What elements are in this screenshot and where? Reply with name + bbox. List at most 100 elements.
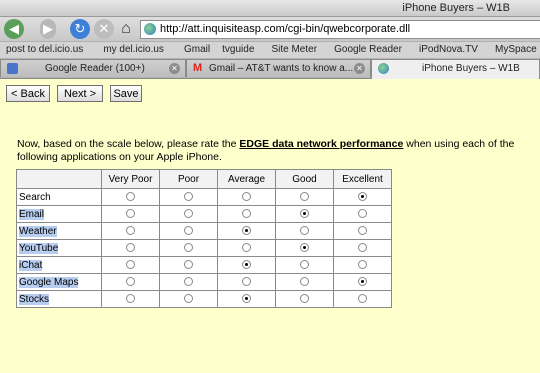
rating-radio[interactable] (126, 277, 135, 287)
rating-radio[interactable] (184, 260, 193, 270)
rating-radio[interactable] (242, 192, 251, 202)
rating-cell (101, 205, 160, 223)
rating-radio[interactable] (358, 277, 367, 287)
bookmark-item[interactable]: my del.icio.us (103, 42, 164, 58)
rating-radio[interactable] (242, 260, 251, 270)
rating-cell (101, 256, 160, 274)
back-arrow-icon[interactable]: ◀ (4, 19, 24, 39)
rating-radio[interactable] (242, 277, 251, 287)
rating-cell (159, 290, 218, 308)
site-favicon-icon (378, 63, 389, 74)
tab-gmail[interactable]: M Gmail – AT&T wants to know a... ✕ (186, 59, 371, 77)
bookmark-item[interactable]: Gmail (184, 42, 210, 58)
rating-cell (159, 256, 218, 274)
bookmark-item[interactable]: MySpace (495, 42, 537, 58)
rating-cell (217, 239, 276, 257)
navigation-toolbar: ◀ ▶ ↻ ✕ ⌂ http://att.inquisiteasp.com/cg… (0, 17, 540, 41)
header-blank-cell (16, 169, 102, 189)
rating-cell (101, 239, 160, 257)
rating-radio[interactable] (126, 192, 135, 202)
rating-radio[interactable] (126, 260, 135, 270)
rating-row-label-cell: Search (16, 188, 102, 206)
rating-radio[interactable] (300, 294, 309, 304)
rating-radio[interactable] (126, 294, 135, 304)
rating-row-label-cell: Weather (16, 222, 102, 240)
rating-radio[interactable] (358, 243, 367, 253)
rating-row-label: Weather (19, 225, 57, 237)
rating-radio[interactable] (242, 209, 251, 219)
rating-grid-body: Search Email Weather YouTube iChat Google Map… (16, 188, 392, 308)
rating-radio[interactable] (300, 226, 309, 236)
rating-cell (159, 188, 218, 206)
rating-cell (101, 188, 160, 206)
rating-radio[interactable] (184, 209, 193, 219)
rating-radio[interactable] (358, 260, 367, 270)
rating-radio[interactable] (358, 294, 367, 304)
scale-header: Average (217, 169, 276, 189)
rating-radio[interactable] (242, 294, 251, 304)
rating-cell (217, 222, 276, 240)
next-button[interactable]: Next > (57, 85, 103, 102)
rating-radio[interactable] (184, 226, 193, 236)
rating-radio[interactable] (300, 260, 309, 270)
bookmark-item[interactable]: tvguide (222, 42, 254, 58)
rating-radio[interactable] (358, 226, 367, 236)
rating-radio[interactable] (358, 209, 367, 219)
rating-cell (333, 188, 392, 206)
scale-header: Excellent (333, 169, 392, 189)
home-icon[interactable]: ⌂ (116, 19, 136, 39)
reload-icon[interactable]: ↻ (70, 19, 90, 39)
rating-radio[interactable] (300, 209, 309, 219)
close-tab-icon[interactable]: ✕ (169, 63, 180, 74)
window-title: iPhone Buyers – W1B (402, 2, 510, 14)
rating-row-label-cell: Google Maps (16, 273, 102, 291)
rating-radio[interactable] (300, 243, 309, 253)
save-button[interactable]: Save (110, 85, 142, 102)
tab-iphone-buyers[interactable]: iPhone Buyers – W1B (371, 59, 540, 79)
rating-radio[interactable] (184, 192, 193, 202)
rating-cell (333, 290, 392, 308)
rating-radio[interactable] (184, 294, 193, 304)
rating-cell (275, 290, 334, 308)
forward-arrow-icon[interactable]: ▶ (40, 19, 56, 39)
rating-cell (275, 239, 334, 257)
rating-grid: Very Poor Poor Average Good Excellent Se… (16, 169, 392, 308)
tab-label: Gmail – AT&T wants to know a... (209, 63, 354, 74)
rating-radio[interactable] (126, 209, 135, 219)
bookmark-item[interactable]: iPodNova.TV (419, 42, 478, 58)
bookmark-item[interactable]: post to del.icio.us (6, 42, 83, 58)
rating-row: Stocks (16, 290, 392, 308)
rating-cell (275, 256, 334, 274)
rating-cell (333, 256, 392, 274)
address-bar[interactable]: http://att.inquisiteasp.com/cgi-bin/qweb… (140, 20, 540, 39)
bookmark-item[interactable]: Site Meter (271, 42, 317, 58)
rating-radio[interactable] (300, 277, 309, 287)
rating-radio[interactable] (184, 243, 193, 253)
rating-cell (333, 273, 392, 291)
rating-radio[interactable] (242, 243, 251, 253)
close-tab-icon[interactable]: ✕ (354, 63, 365, 74)
rating-radio[interactable] (126, 243, 135, 253)
rating-radio[interactable] (126, 226, 135, 236)
rating-radio[interactable] (358, 192, 367, 202)
rating-radio[interactable] (300, 192, 309, 202)
tab-strip: Google Reader (100+) ✕ M Gmail – AT&T wa… (0, 58, 540, 79)
rating-cell (333, 205, 392, 223)
rating-cell (275, 205, 334, 223)
rating-row: Weather (16, 222, 392, 240)
address-url[interactable]: http://att.inquisiteasp.com/cgi-bin/qweb… (160, 23, 410, 35)
bookmark-item[interactable]: Google Reader (334, 42, 402, 58)
stop-icon[interactable]: ✕ (94, 19, 114, 39)
back-button[interactable]: < Back (6, 85, 50, 102)
rating-radio[interactable] (242, 226, 251, 236)
window-titlebar: iPhone Buyers – W1B (0, 0, 540, 17)
rating-row-label-cell: iChat (16, 256, 102, 274)
question-text: Now, based on the scale below, please ra… (17, 138, 537, 164)
tab-label: Google Reader (100+) (45, 63, 145, 74)
rating-radio[interactable] (184, 277, 193, 287)
scale-header: Very Poor (101, 169, 160, 189)
tab-google-reader[interactable]: Google Reader (100+) ✕ (0, 59, 186, 77)
rating-header-row: Very Poor Poor Average Good Excellent (16, 169, 392, 189)
scale-header: Poor (159, 169, 218, 189)
rating-cell (333, 222, 392, 240)
